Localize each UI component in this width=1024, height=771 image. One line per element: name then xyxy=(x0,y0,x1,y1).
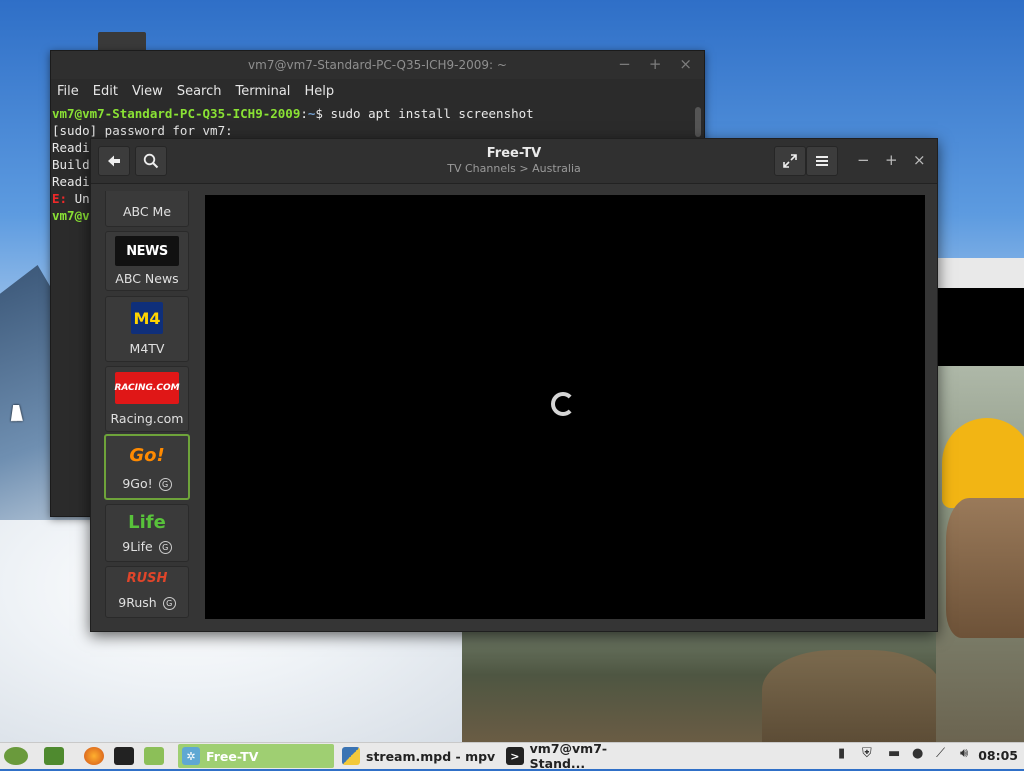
python-icon xyxy=(342,747,360,765)
close-button[interactable]: × xyxy=(913,151,926,169)
prompt-separator: : xyxy=(300,106,308,121)
task-label: vm7@vm7-Stand... xyxy=(529,741,608,771)
menu-edit[interactable]: Edit xyxy=(93,84,118,99)
channel-list[interactable]: ABC Me NEWS ABC News M4 M4TV RACING.COM … xyxy=(101,191,191,619)
channel-abc-me[interactable]: ABC Me xyxy=(105,191,189,227)
menu-view[interactable]: View xyxy=(132,84,163,99)
mpv-titlebar[interactable] xyxy=(936,258,1024,288)
prompt-end: $ xyxy=(315,106,331,121)
channel-label: 9Rush G xyxy=(106,595,188,610)
9go-logo: Go! xyxy=(115,440,179,470)
freetv-window[interactable]: Free-TV TV Channels > Australia − + × AB… xyxy=(90,138,938,632)
task-label: stream.mpd - mpv xyxy=(366,748,496,764)
menu-terminal[interactable]: Terminal xyxy=(235,84,290,99)
terminal-line: [sudo] password for vm7: xyxy=(52,123,233,138)
loading-spinner-icon xyxy=(551,392,575,416)
rating-g-icon: G xyxy=(158,541,172,554)
menu-help[interactable]: Help xyxy=(304,84,334,99)
channel-9go[interactable]: Go! 9Go! G xyxy=(104,434,190,500)
show-desktop-icon[interactable] xyxy=(44,747,64,765)
terminal-maximize-button[interactable]: + xyxy=(649,55,662,73)
fullscreen-button[interactable] xyxy=(774,146,806,176)
freetv-headerbar[interactable]: Free-TV TV Channels > Australia − + × xyxy=(91,139,937,184)
channel-label-text: 9Life xyxy=(122,539,153,554)
terminal-icon: > xyxy=(506,747,524,765)
channel-label: ABC Me xyxy=(122,204,172,219)
user-icon[interactable]: ● xyxy=(912,746,923,761)
terminal-titlebar[interactable]: vm7@vm7-Standard-PC-Q35-ICH9-2009: ~ − +… xyxy=(51,51,704,79)
terminal-command-line: vm7@vm7-Standard-PC-Q35-ICH9-2009:~$ sud… xyxy=(52,105,703,122)
channel-label: 9Life G xyxy=(106,539,188,554)
taskbar-task-mpv[interactable]: stream.mpd - mpv xyxy=(338,744,498,768)
terminal-launcher-icon[interactable] xyxy=(114,747,134,765)
hamburger-icon xyxy=(816,156,828,166)
racing-com-logo: RACING.COM xyxy=(114,372,180,404)
shield-icon[interactable]: ⛨ xyxy=(862,746,872,761)
channel-label-text: 9Rush xyxy=(118,595,157,610)
terminal-menubar: File Edit View Search Terminal Help xyxy=(51,79,704,103)
channel-label: M4TV xyxy=(129,341,165,356)
fullscreen-icon xyxy=(783,154,797,168)
clock[interactable]: 08:05 xyxy=(978,748,1018,763)
mpv-video-face xyxy=(946,498,1024,638)
racing-com-logo-text: RACING.COM xyxy=(114,383,180,393)
terminal-scrollbar[interactable] xyxy=(695,107,701,137)
menu-file[interactable]: File xyxy=(57,84,79,99)
channel-9rush[interactable]: RUSH 9Rush G xyxy=(105,566,189,618)
channel-label: 9Go! G xyxy=(106,476,188,491)
firefox-icon[interactable] xyxy=(84,747,104,765)
taskbar-task-terminal[interactable]: > vm7@vm7-Stand... xyxy=(502,741,660,771)
terminal-close-button[interactable]: × xyxy=(679,55,692,73)
network-icon[interactable]: ⟋ xyxy=(936,746,945,761)
keyboard-icon[interactable]: ▬ xyxy=(888,746,900,761)
task-label: Free-TV xyxy=(206,748,259,764)
mouse-cursor-icon xyxy=(10,405,26,421)
minimize-button[interactable]: − xyxy=(857,151,870,169)
mpv-window[interactable] xyxy=(936,258,1024,742)
clipboard-icon[interactable]: ▮ xyxy=(838,746,845,761)
9go-logo-text: Go! xyxy=(129,444,165,466)
channel-label: Racing.com xyxy=(110,411,184,426)
mpv-video-bottom xyxy=(462,630,942,750)
rating-g-icon: G xyxy=(162,597,176,610)
9life-logo-text: Life xyxy=(128,511,166,533)
mpv-video-figure xyxy=(762,650,942,750)
channel-racing-com[interactable]: RACING.COM Racing.com xyxy=(105,366,189,432)
channel-9life[interactable]: Life 9Life G xyxy=(105,504,189,562)
freetv-icon: ✲ xyxy=(182,747,200,765)
taskbar-task-freetv[interactable]: ✲ Free-TV xyxy=(178,744,334,768)
menu-button[interactable] xyxy=(806,146,838,176)
9life-logo: Life xyxy=(115,507,179,537)
m4tv-logo-text: M4 xyxy=(133,308,161,328)
mpv-video-helmet xyxy=(942,418,1024,508)
prompt-user-partial: vm7@v xyxy=(52,208,90,223)
maximize-button[interactable]: + xyxy=(885,151,898,169)
background-window-tab[interactable] xyxy=(98,32,146,52)
error-text: Un xyxy=(67,191,90,206)
taskbar: ✲ Free-TV stream.mpd - mpv > vm7@vm7-Sta… xyxy=(0,741,1024,771)
terminal-minimize-button[interactable]: − xyxy=(618,55,631,73)
9rush-logo: RUSH xyxy=(115,567,179,589)
channel-abc-news[interactable]: NEWS ABC News xyxy=(105,231,189,291)
9rush-logo-text: RUSH xyxy=(126,570,168,586)
terminal-command: sudo apt install screenshot xyxy=(330,106,534,121)
rating-g-icon: G xyxy=(158,478,172,491)
video-player[interactable] xyxy=(205,195,925,619)
channel-label: ABC News xyxy=(115,271,179,286)
mint-menu-icon[interactable] xyxy=(4,747,28,765)
abc-news-logo-text: NEWS xyxy=(126,243,168,259)
prompt-user: vm7@vm7-Standard-PC-Q35-ICH9-2009 xyxy=(52,106,301,121)
channel-label-text: 9Go! xyxy=(122,476,153,491)
terminal-title: vm7@vm7-Standard-PC-Q35-ICH9-2009: ~ xyxy=(248,58,507,72)
m4tv-logo: M4 xyxy=(131,302,163,334)
channel-m4tv[interactable]: M4 M4TV xyxy=(105,296,189,362)
error-prefix: E: xyxy=(52,191,68,206)
abc-news-logo: NEWS xyxy=(115,236,179,266)
menu-search[interactable]: Search xyxy=(177,84,222,99)
volume-icon[interactable]: 🔊︎ xyxy=(960,746,968,761)
files-icon[interactable] xyxy=(144,747,164,765)
